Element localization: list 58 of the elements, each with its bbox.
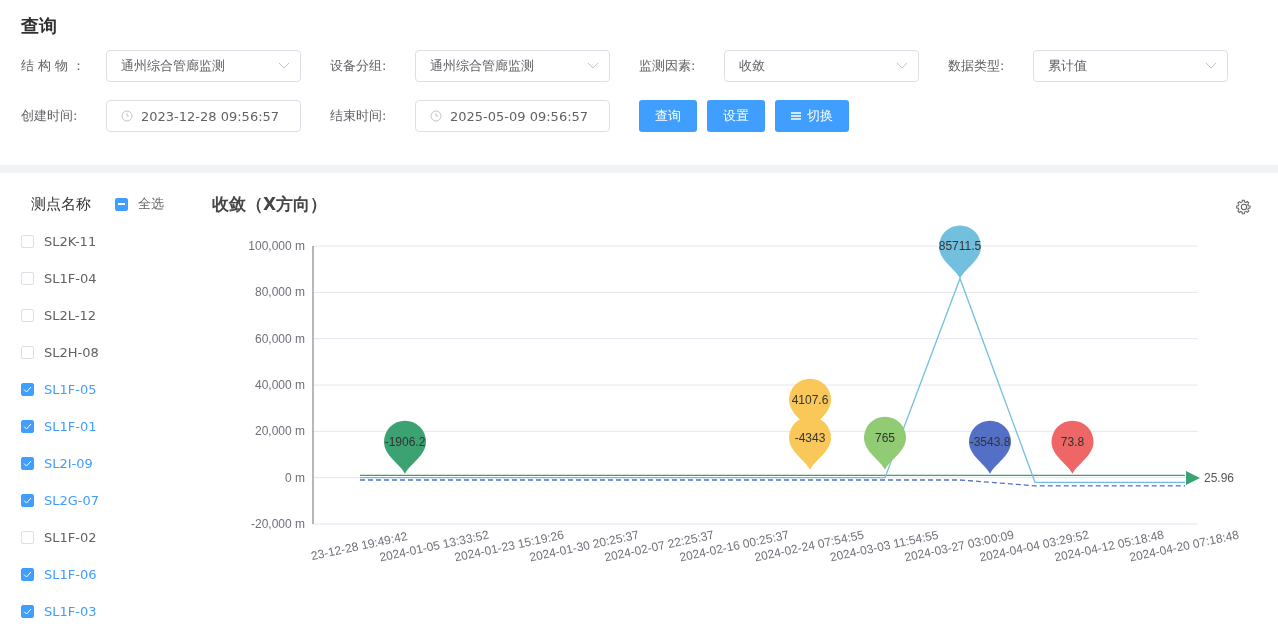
axis-tick-label: 40,000 m: [254, 378, 305, 392]
chevron-icon: [1205, 62, 1217, 70]
settings-icon[interactable]: [1236, 199, 1252, 215]
filter-label: 结束时间:: [330, 107, 388, 125]
axis-tick-label: 100,000 m: [248, 239, 305, 253]
checkbox-label[interactable]: SL2H-08: [44, 345, 99, 360]
list-icon: [791, 112, 801, 120]
arrow-icon: [1186, 471, 1200, 485]
section-title: 查询: [21, 14, 58, 38]
value-pin: 765: [864, 416, 906, 470]
date-field[interactable]: 2025-05-09 09:56:57: [415, 100, 610, 132]
end-value-label: 25.96: [1204, 471, 1235, 485]
axis-tick-label: 80,000 m: [254, 285, 305, 300]
checkbox-label[interactable]: SL2K-11: [44, 234, 97, 249]
list-title: 测点名称: [31, 194, 91, 214]
select-field[interactable]: 收敛: [724, 50, 919, 82]
axis-tick-label: -20,000 m: [250, 517, 305, 531]
filter-label: 创建时间:: [21, 107, 79, 125]
value-pin: 85711.5: [938, 225, 982, 279]
select-field[interactable]: 累计值: [1033, 50, 1228, 82]
filter-label: 设备分组:: [330, 57, 388, 75]
checkbox[interactable]: [21, 457, 34, 470]
clock-icon: [430, 110, 442, 122]
check-icon: [23, 571, 32, 578]
select-field[interactable]: 通州综合管廊监测: [106, 50, 301, 82]
value-pin: -1906.2: [384, 420, 426, 474]
checkbox-label[interactable]: SL1F-04: [44, 271, 97, 286]
check-icon: [23, 423, 32, 430]
select-field[interactable]: 通州综合管廊监测: [415, 50, 610, 82]
date-field[interactable]: 2023-12-28 09:56:57: [106, 100, 301, 132]
checkbox[interactable]: [21, 605, 34, 618]
filter-label: 监测因素:: [639, 57, 697, 75]
chevron-icon: [896, 62, 908, 70]
chart-title: 收敛（X方向）: [212, 193, 328, 216]
check-icon: [23, 608, 32, 615]
checkbox-label[interactable]: 全选: [138, 195, 164, 213]
minus-icon: [118, 203, 125, 205]
filter-label: 结 构 物 ：: [21, 57, 87, 75]
checkbox[interactable]: [21, 494, 34, 507]
value-pin: -4343: [789, 416, 831, 470]
checkbox[interactable]: [21, 568, 34, 581]
check-icon: [23, 497, 32, 504]
axis-tick-label: 0 m: [285, 470, 305, 485]
value-pin: -3543.8: [969, 420, 1011, 474]
checkbox[interactable]: [21, 383, 34, 396]
checkbox[interactable]: [21, 420, 34, 433]
axis-tick-label: 60,000 m: [254, 331, 305, 346]
select-all-checkbox[interactable]: [115, 197, 128, 211]
chevron-icon: [587, 62, 599, 70]
check-icon: [23, 460, 32, 467]
check-icon: [23, 386, 32, 393]
checkbox-label[interactable]: SL1F-02: [44, 530, 97, 545]
clock-icon: [121, 110, 133, 122]
checkbox-label[interactable]: SL2L-12: [44, 308, 96, 323]
axis-tick-label: 20,000 m: [254, 424, 305, 439]
value-pin: 73.8: [1051, 420, 1094, 474]
filter-label: 数据类型:: [948, 57, 1006, 75]
chevron-icon: [278, 62, 290, 70]
